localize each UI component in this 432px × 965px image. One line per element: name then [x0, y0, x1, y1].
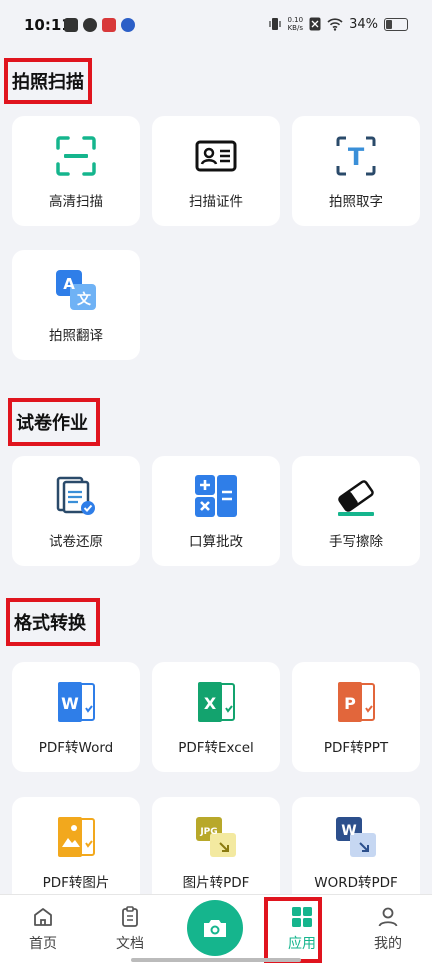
id-card-icon	[195, 140, 237, 172]
card-pdf-to-ppt[interactable]: P PDF转PPT	[292, 662, 420, 772]
word-file-icon: W	[58, 682, 95, 722]
nav-mine[interactable]: 我的	[358, 905, 418, 953]
nav-label: 首页	[29, 936, 57, 952]
card-paper-restore[interactable]: 试卷还原	[12, 456, 140, 566]
net-speed-value: 0.10	[287, 16, 304, 24]
word-letter-small: W	[341, 823, 356, 839]
card-hd-scan[interactable]: 高清扫描	[12, 116, 140, 226]
card-label: 图片转PDF	[182, 875, 250, 891]
translate-a: A	[63, 275, 75, 293]
card-label: PDF转Excel	[178, 740, 254, 756]
word-letter: W	[61, 694, 79, 713]
status-right: 0.10 KB/s 34%	[268, 16, 408, 32]
home-indicator	[131, 958, 301, 962]
card-word-to-pdf[interactable]: W WORD转PDF	[292, 797, 420, 894]
bank-icon	[121, 18, 135, 32]
status-bar: 10:11 0.10 KB/s 34%	[0, 0, 432, 52]
calculator-icon	[195, 475, 237, 517]
net-speed-unit: KB/s	[287, 24, 303, 32]
card-label: 手写擦除	[329, 534, 383, 550]
notification-icons	[64, 18, 135, 32]
image-file-icon	[58, 817, 95, 857]
card-label: 扫描证件	[189, 194, 243, 210]
nav-documents[interactable]: 文档	[100, 905, 160, 953]
translate-zh: 文	[77, 291, 92, 308]
excel-letter: X	[204, 694, 217, 713]
ppt-file-icon: P	[338, 682, 375, 722]
battery-percent: 34%	[349, 16, 378, 32]
card-pdf-to-image[interactable]: PDF转图片	[12, 797, 140, 894]
camera-icon	[204, 920, 226, 937]
nav-home[interactable]: 首页	[13, 905, 73, 953]
card-label: 试卷还原	[49, 534, 103, 550]
eraser-icon	[338, 480, 374, 516]
card-label: PDF转PPT	[323, 740, 389, 756]
card-translate[interactable]: A 文 拍照翻译	[12, 250, 140, 360]
nav-label: 文档	[116, 936, 144, 952]
home-icon	[34, 908, 52, 926]
paper-restore-icon	[56, 476, 95, 515]
scan-frame-icon	[56, 136, 96, 176]
translate-icon: A 文	[56, 270, 96, 310]
wifi-icon	[327, 17, 343, 31]
net-speed: 0.10 KB/s	[288, 16, 304, 32]
word-to-pdf-icon: W	[336, 817, 376, 857]
card-label: WORD转PDF	[314, 875, 398, 891]
card-ocr[interactable]: T 拍照取字	[292, 116, 420, 226]
card-label: 口算批改	[189, 534, 243, 550]
text-recognition-icon: T	[336, 136, 376, 176]
excel-file-icon: X	[198, 682, 235, 722]
card-math-check[interactable]: 口算批改	[152, 456, 280, 566]
apps-highlight-box	[264, 897, 322, 963]
news-icon	[102, 18, 116, 32]
battery-icon	[384, 17, 408, 31]
card-label: PDF转Word	[38, 740, 114, 756]
section-title-homework: 试卷作业	[8, 398, 100, 446]
card-label: 拍照取字	[329, 194, 383, 210]
text-letter: T	[348, 143, 365, 171]
camera-button[interactable]	[187, 900, 243, 956]
card-erase-handwriting[interactable]: 手写擦除	[292, 456, 420, 566]
card-label: 高清扫描	[49, 194, 103, 210]
card-label: 拍照翻译	[49, 328, 103, 344]
section-title-convert: 格式转换	[6, 598, 100, 646]
app-icon	[83, 18, 97, 32]
card-label: PDF转图片	[42, 875, 110, 891]
card-scan-id[interactable]: 扫描证件	[152, 116, 280, 226]
card-pdf-to-word[interactable]: W PDF转Word	[12, 662, 140, 772]
section-title-scan: 拍照扫描	[4, 58, 92, 104]
jpg-label: JPG	[199, 827, 217, 837]
nav-label: 我的	[374, 936, 402, 952]
card-image-to-pdf[interactable]: JPG 图片转PDF	[152, 797, 280, 894]
mail-icon	[64, 18, 78, 32]
ppt-letter: P	[344, 694, 356, 713]
clipboard-icon	[122, 906, 138, 927]
card-pdf-to-excel[interactable]: X PDF转Excel	[152, 662, 280, 772]
battery-level	[386, 19, 392, 29]
vibrate-icon	[268, 18, 281, 30]
sim-x-icon	[309, 17, 321, 31]
jpg-to-pdf-icon: JPG	[196, 817, 236, 857]
user-icon	[378, 907, 398, 927]
